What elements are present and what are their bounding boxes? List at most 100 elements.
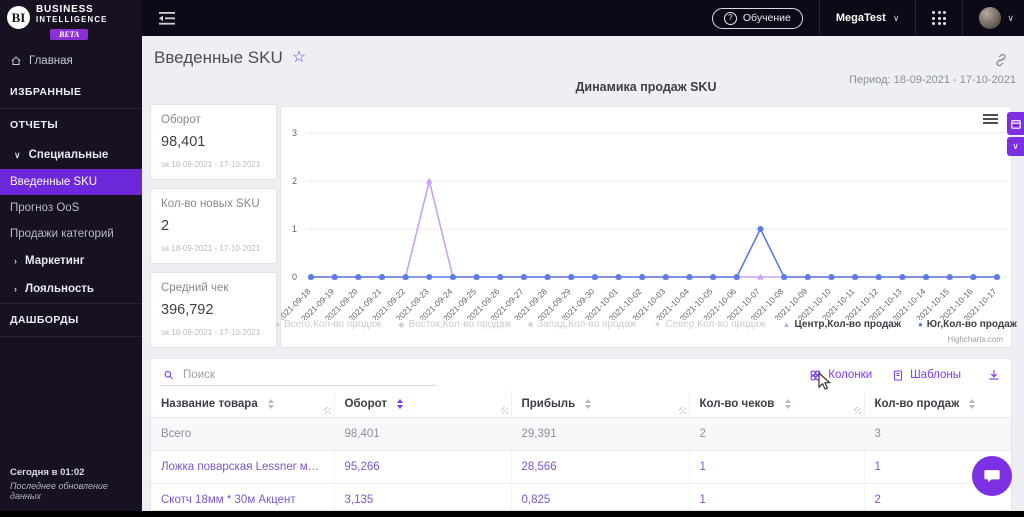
column-resize-handle[interactable] [678,407,686,414]
cell-checks: 1 [689,483,865,510]
metric-value: 396,792 [161,302,214,318]
cell-sales: 3 [864,417,1011,451]
sidebar-item-label: Главная [29,55,73,68]
page-title: Введенные SKU ☆ [154,48,306,68]
legend-item[interactable]: ■ Запад,Кол-во продаж [528,319,636,330]
sidebar: BI BUSINESS INTELLIGENCE BETA Главная ИЗ… [0,0,142,511]
sidebar-collapse-button[interactable] [158,11,175,25]
account-menu[interactable]: MegaTest ∨ [836,12,900,24]
chevron-down-icon: ∨ [892,12,900,23]
legend-item[interactable]: ▲ Центр,Кол-во продаж [783,319,901,330]
section-favorites: ИЗБРАННЫЕ [10,86,82,99]
download-icon [989,369,999,380]
legend-item[interactable]: ◆ Восток,Кол-во продаж [398,319,511,330]
training-label: Обучение [742,12,791,24]
collapse-panel-button[interactable]: ∨ [1007,137,1024,156]
logo-line2: INTELLIGENCE [36,14,108,24]
legend-label: Запад,Кол-во продаж [536,319,637,330]
metric-card-avg-check: Средний чек 396,792 за 18-09-2021 - 17-1… [150,272,277,348]
section-reports: ОТЧЕТЫ [10,119,59,132]
legend-item[interactable]: ▼ Север,Кол-во продаж [653,319,765,330]
apps-grid-button[interactable] [932,11,947,25]
chevron-right-icon: › [14,256,17,267]
sidebar-item-oos-forecast[interactable]: Прогноз OoS [0,195,142,221]
columns-icon [810,370,821,380]
cell-product-name[interactable]: Скотч 18мм * 30м Акцент [151,483,335,510]
topbar-right: ? Обучение MegaTest ∨ ∨ [711,0,1024,36]
metric-card-new-sku: Кол-во новых SKU 2 за 18-09-2021 - 17-10… [150,188,277,264]
sort-icon [585,398,592,409]
account-name: MegaTest [835,12,886,24]
column-header-turnover[interactable]: Оборот [334,391,512,418]
download-button[interactable] [987,368,1001,382]
legend-item[interactable]: ● Юг,Кол-во продаж [918,319,1017,330]
sidebar-group-label: Специальные [28,149,109,162]
chevron-down-icon[interactable]: ∨ [1007,13,1014,24]
search-icon [164,370,173,379]
chat-fab-button[interactable] [972,456,1012,496]
calendar-panel-button[interactable] [1007,112,1024,135]
sidebar-item-entered-sku[interactable]: Введенные SKU [0,169,142,196]
cell-profit: 0,825 [511,483,690,510]
metric-card-turnover: Оборот 98,401 за 18-09-2021 - 17-10-2021 [150,104,277,180]
table-toolbar: Колонки Шаблоны [151,359,1011,391]
share-link-icon[interactable] [994,53,1008,72]
legend-item[interactable]: ● Всего,Кол-во продаж [275,319,381,330]
window-bottom-edge [0,511,1024,517]
cell-turnover: 95,266 [334,450,512,484]
columns-button[interactable]: Колонки [809,369,872,382]
column-resize-handle[interactable] [323,407,331,414]
column-header-sales-count[interactable]: Кол-во продаж [864,391,1011,418]
legend-marker-icon: ▲ [782,319,791,329]
svg-text:1: 1 [292,224,297,234]
chart-legend: ● Всего,Кол-во продаж ◆ Восток,Кол-во прода… [275,319,1017,330]
sku-dynamics-chart: 01232021-09-182021-09-192021-09-202021-0… [281,128,1007,320]
column-resize-handle[interactable] [500,407,508,414]
topbar: ? Обучение MegaTest ∨ ∨ [0,0,1024,36]
sidebar-group-special[interactable]: ∨ Специальные [0,141,142,169]
column-resize-handle[interactable] [853,407,861,414]
cell-product-name[interactable]: Ложка поварская Lessner металл Antonia [151,450,335,484]
templates-icon [894,370,903,380]
calendar-icon [1010,119,1021,129]
cell-profit: 29,391 [511,417,690,451]
sidebar-group-loyalty[interactable]: › Лояльность [0,275,142,303]
topbar-divider [818,0,820,36]
legend-marker-icon: ● [275,319,280,329]
legend-label: Восток,Кол-во продаж [408,319,512,330]
favorite-star-icon[interactable]: ☆ [292,50,306,66]
cell-product-name: Всего [151,417,335,451]
table-row[interactable]: Скотч 18мм * 30м Акцент 3,135 0,825 1 2 [151,483,1011,510]
column-header-checks-count[interactable]: Кол-во чеков [689,391,865,418]
training-button[interactable]: ? Обучение [711,7,803,29]
column-header-product-name[interactable]: Название товара [151,391,335,418]
metric-caption: за 18-09-2021 - 17-10-2021 [161,244,261,253]
cell-checks: 1 [689,450,865,484]
templates-button-label: Шаблоны [910,369,961,381]
sidebar-group-label: Лояльность [25,283,94,296]
sidebar-item-home[interactable]: Главная [0,44,142,76]
table-row[interactable]: Ложка поварская Lessner металл Antonia 9… [151,450,1011,484]
column-header-profit[interactable]: Прибыль [511,391,690,418]
legend-marker-icon: ● [917,319,923,329]
menu-fold-icon [159,11,175,25]
sku-table: Название товара Оборот Прибыль Кол-во че… [151,391,1011,510]
main-content: Введенные SKU ☆ Период: 18-09-2021 - 17-… [142,36,1024,511]
column-header-label: Название товара [161,398,258,410]
svg-text:2: 2 [292,176,297,186]
chart-export-menu-button[interactable] [983,114,998,126]
legend-marker-icon: ■ [528,319,533,329]
sidebar-footer: Сегодня в 01:02 Последнее обновление дан… [0,459,142,511]
chart-credits: Highcharts.com [947,335,1003,344]
legend-marker-icon: ◆ [398,319,405,329]
metric-title: Кол-во новых SKU [161,198,260,210]
sidebar-group-marketing[interactable]: › Маркетинг [0,247,142,275]
table-header-row: Название товара Оборот Прибыль Кол-во че… [151,391,1011,418]
sidebar-item-category-sales[interactable]: Продажи категорий [0,221,142,247]
templates-button[interactable]: Шаблоны [892,369,961,382]
search-input[interactable] [181,367,435,382]
page-title-text: Введенные SKU [154,48,283,67]
column-header-label: Прибыль [521,398,576,410]
avatar[interactable] [979,7,1002,29]
sort-icon [784,398,791,409]
